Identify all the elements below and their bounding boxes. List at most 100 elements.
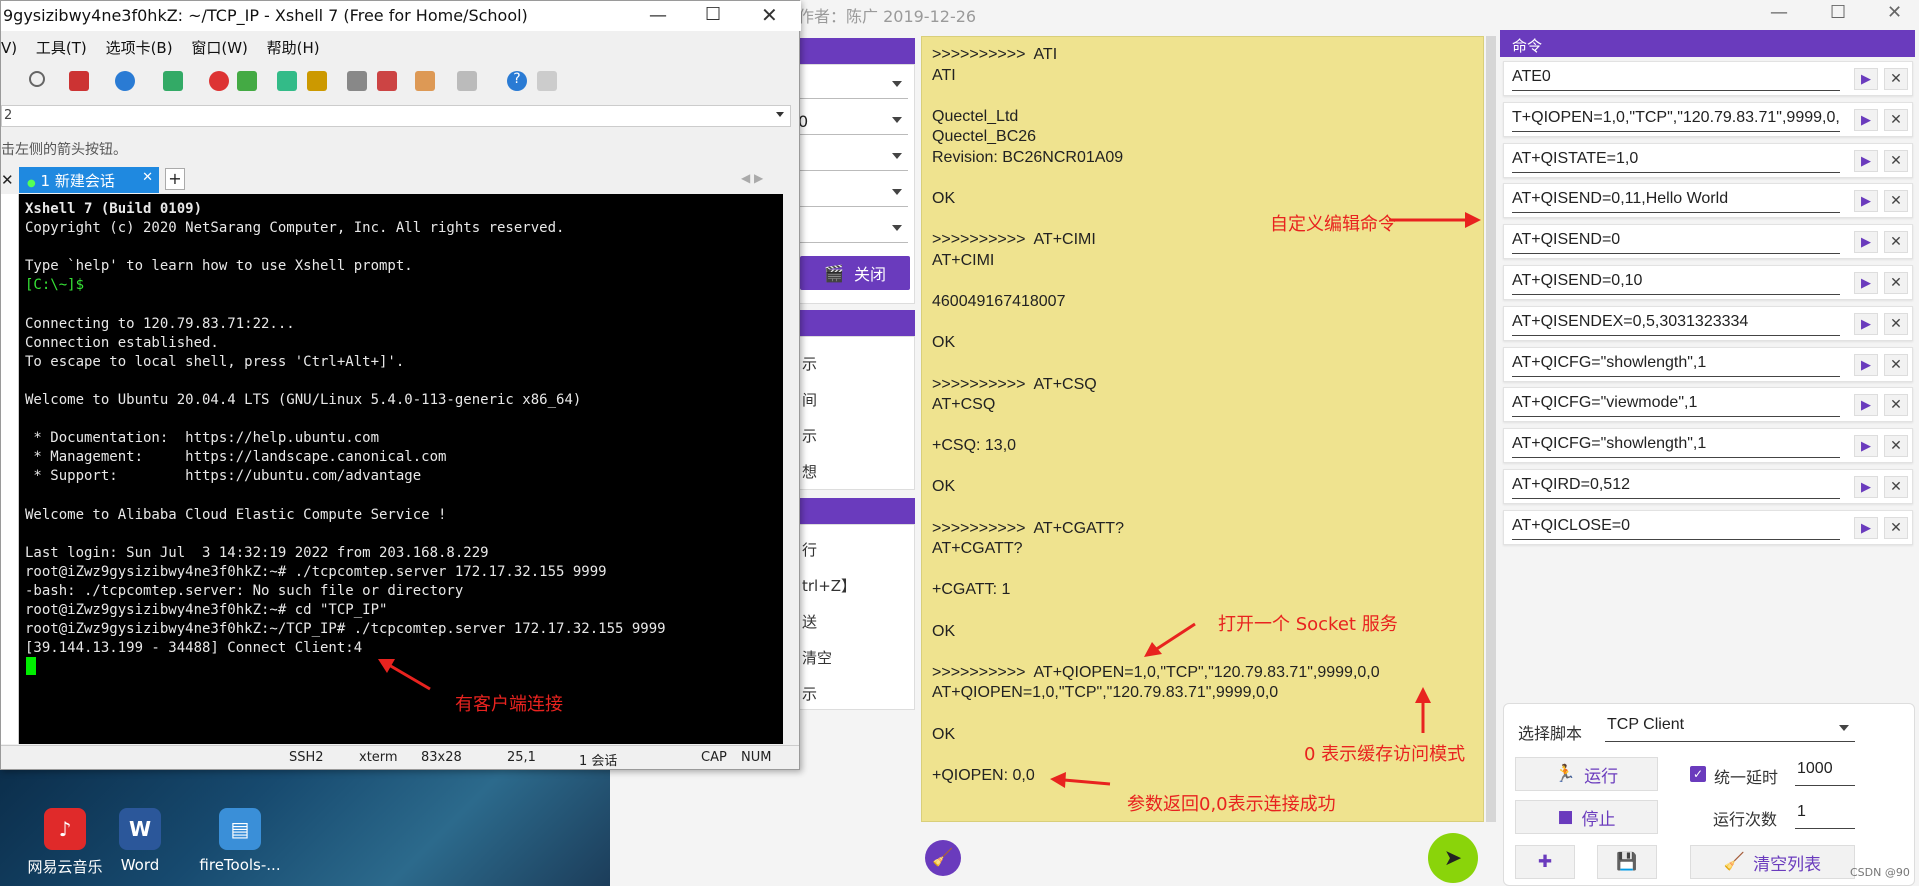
desktop-icon-word[interactable]: W Word — [95, 808, 185, 874]
properties-icon[interactable] — [69, 71, 89, 91]
receive-log[interactable]: >>>>>>>>>> ATI ATI Quectel_Ltd Quectel_B… — [921, 36, 1484, 822]
command-input[interactable]: AT+QISTATE=1,0 — [1512, 147, 1840, 173]
tab-new-session[interactable]: ● 1 新建会话 ✕ — [19, 167, 159, 193]
run-command-icon[interactable]: ▶ — [1854, 394, 1878, 416]
menu-help[interactable]: 帮助(H) — [267, 39, 320, 57]
arrow-icon — [1415, 687, 1431, 733]
command-input[interactable]: AT+QICFG="viewmode",1 — [1512, 391, 1840, 417]
run-command-icon[interactable]: ▶ — [1854, 68, 1878, 90]
close-icon[interactable]: ✕ — [1, 171, 14, 189]
clear-list-button[interactable]: 🧹 清空列表 — [1690, 845, 1855, 879]
add-tab-icon[interactable]: + — [165, 168, 185, 190]
command-input[interactable]: ATE0 — [1512, 65, 1840, 91]
command-input[interactable]: T+QIOPEN=1,0,"TCP","120.79.83.71",9999,0… — [1512, 106, 1840, 132]
delete-command-icon[interactable]: ✕ — [1884, 354, 1908, 376]
globe-icon[interactable] — [115, 71, 135, 91]
delete-command-icon[interactable]: ✕ — [1884, 517, 1908, 539]
font-icon[interactable] — [163, 71, 183, 91]
port-combo[interactable] — [796, 73, 908, 99]
baud-combo[interactable]: 0 — [796, 109, 908, 135]
run-command-icon[interactable]: ▶ — [1854, 190, 1878, 212]
run-command-icon[interactable]: ▶ — [1854, 150, 1878, 172]
save-script-button[interactable]: 💾 — [1597, 845, 1657, 879]
tab-scroll-icon[interactable]: ◀ ▶ — [741, 171, 763, 185]
menu-window[interactable]: 窗口(W) — [191, 39, 248, 57]
run-command-icon[interactable]: ▶ — [1854, 272, 1878, 294]
log-scrollbar[interactable] — [1486, 36, 1496, 822]
run-command-icon[interactable]: ▶ — [1854, 517, 1878, 539]
search-icon[interactable] — [29, 71, 45, 87]
run-command-icon[interactable]: ▶ — [1854, 313, 1878, 335]
run-command-icon[interactable]: ▶ — [1854, 354, 1878, 376]
close-tab-icon[interactable]: ✕ — [142, 170, 153, 185]
fullscreen-icon[interactable] — [277, 71, 297, 91]
command-row: AT+QISEND=0,10 ▶ ✕ — [1503, 265, 1913, 300]
xagent-icon[interactable] — [237, 71, 257, 91]
command-input[interactable]: AT+QICLOSE=0 — [1512, 514, 1840, 540]
arrow-icon — [378, 659, 431, 691]
run-command-icon[interactable]: ▶ — [1854, 435, 1878, 457]
menu-view[interactable]: V) — [1, 39, 17, 57]
xftp-icon[interactable] — [209, 71, 229, 91]
command-input[interactable]: AT+QISEND=0,10 — [1512, 269, 1840, 295]
stop-button[interactable]: ■ 停止 — [1515, 800, 1658, 834]
menu-tools[interactable]: 工具(T) — [36, 39, 87, 57]
command-row: AT+QICFG="showlength",1 ▶ ✕ — [1503, 347, 1913, 382]
command-input[interactable]: AT+QICFG="showlength",1 — [1512, 351, 1840, 377]
delete-command-icon[interactable]: ✕ — [1884, 394, 1908, 416]
run-command-icon[interactable]: ▶ — [1854, 231, 1878, 253]
command-row: AT+QIRD=0,512 ▶ ✕ — [1503, 469, 1913, 504]
command-input[interactable]: AT+QISENDEX=0,5,3031323334 — [1512, 310, 1840, 336]
annotation-custom-command: 自定义编辑命令 — [1270, 214, 1396, 235]
send-button[interactable]: ➤ — [1428, 833, 1478, 883]
maximize-icon[interactable]: ☐ — [1830, 2, 1846, 23]
delete-command-icon[interactable]: ✕ — [1884, 68, 1908, 90]
minimize-icon[interactable]: — — [1770, 2, 1788, 23]
delete-command-icon[interactable]: ✕ — [1884, 231, 1908, 253]
delete-command-icon[interactable]: ✕ — [1884, 150, 1908, 172]
terminal-scrollbar[interactable] — [783, 194, 797, 744]
desktop-icon-firetools[interactable]: ▤ fireTools-... — [190, 808, 290, 874]
run-count-input[interactable]: 1 — [1795, 803, 1855, 829]
parity-combo[interactable] — [796, 181, 908, 207]
command-input[interactable]: AT+QISEND=0 — [1512, 228, 1840, 254]
clear-log-button[interactable]: 🧹 — [925, 840, 961, 876]
command-input[interactable]: AT+QICFG="showlength",1 — [1512, 432, 1840, 458]
maximize-icon[interactable]: ☐ — [705, 4, 721, 25]
close-window-icon[interactable]: ✕ — [761, 3, 778, 27]
folder-icon[interactable] — [415, 71, 435, 91]
minimize-icon[interactable]: — — [649, 5, 667, 26]
menu-tab[interactable]: 选项卡(B) — [106, 39, 173, 57]
address-bar[interactable]: 2 — [1, 105, 791, 127]
command-input[interactable]: AT+QISEND=0,11,Hello World — [1512, 187, 1840, 213]
delete-command-icon[interactable]: ✕ — [1884, 435, 1908, 457]
delete-command-icon[interactable]: ✕ — [1884, 190, 1908, 212]
run-command-icon[interactable]: ▶ — [1854, 476, 1878, 498]
close-window-icon[interactable]: ✕ — [1887, 2, 1902, 23]
keyboard-icon[interactable] — [347, 71, 367, 91]
delete-command-icon[interactable]: ✕ — [1884, 476, 1908, 498]
stopbits-combo[interactable] — [796, 217, 908, 243]
arrow-icon — [1144, 622, 1196, 657]
close-port-button[interactable]: 🎬 关闭 — [800, 256, 910, 290]
command-input[interactable]: AT+QIRD=0,512 — [1512, 473, 1840, 499]
xshell-title-bar: 9gysizibwy4ne3f0hkZ: ~/TCP_IP - Xshell 7… — [1, 1, 801, 31]
lock-icon[interactable] — [307, 71, 327, 91]
uniform-delay-checkbox[interactable]: ✓ — [1690, 766, 1706, 782]
delete-command-icon[interactable]: ✕ — [1884, 313, 1908, 335]
delete-command-icon[interactable]: ✕ — [1884, 272, 1908, 294]
run-button[interactable]: 🏃 运行 — [1515, 757, 1658, 791]
help-icon[interactable]: ? — [507, 71, 527, 91]
run-command-icon[interactable]: ▶ — [1854, 109, 1878, 131]
delete-command-icon[interactable]: ✕ — [1884, 109, 1908, 131]
databits-combo[interactable] — [796, 145, 908, 171]
script-select[interactable]: TCP Client — [1605, 716, 1855, 742]
command-row: AT+QISEND=0,11,Hello World ▶ ✕ — [1503, 183, 1913, 218]
layout-icon[interactable] — [457, 71, 477, 91]
status-position: 25,1 — [507, 750, 536, 765]
terminal-output: Xshell 7 (Build 0109) Copyright (c) 2020… — [25, 200, 666, 658]
add-script-button[interactable]: ✚ — [1515, 845, 1575, 879]
chat-icon[interactable] — [537, 71, 557, 91]
delay-input[interactable]: 1000 — [1795, 760, 1855, 786]
pen-icon[interactable] — [377, 71, 397, 91]
